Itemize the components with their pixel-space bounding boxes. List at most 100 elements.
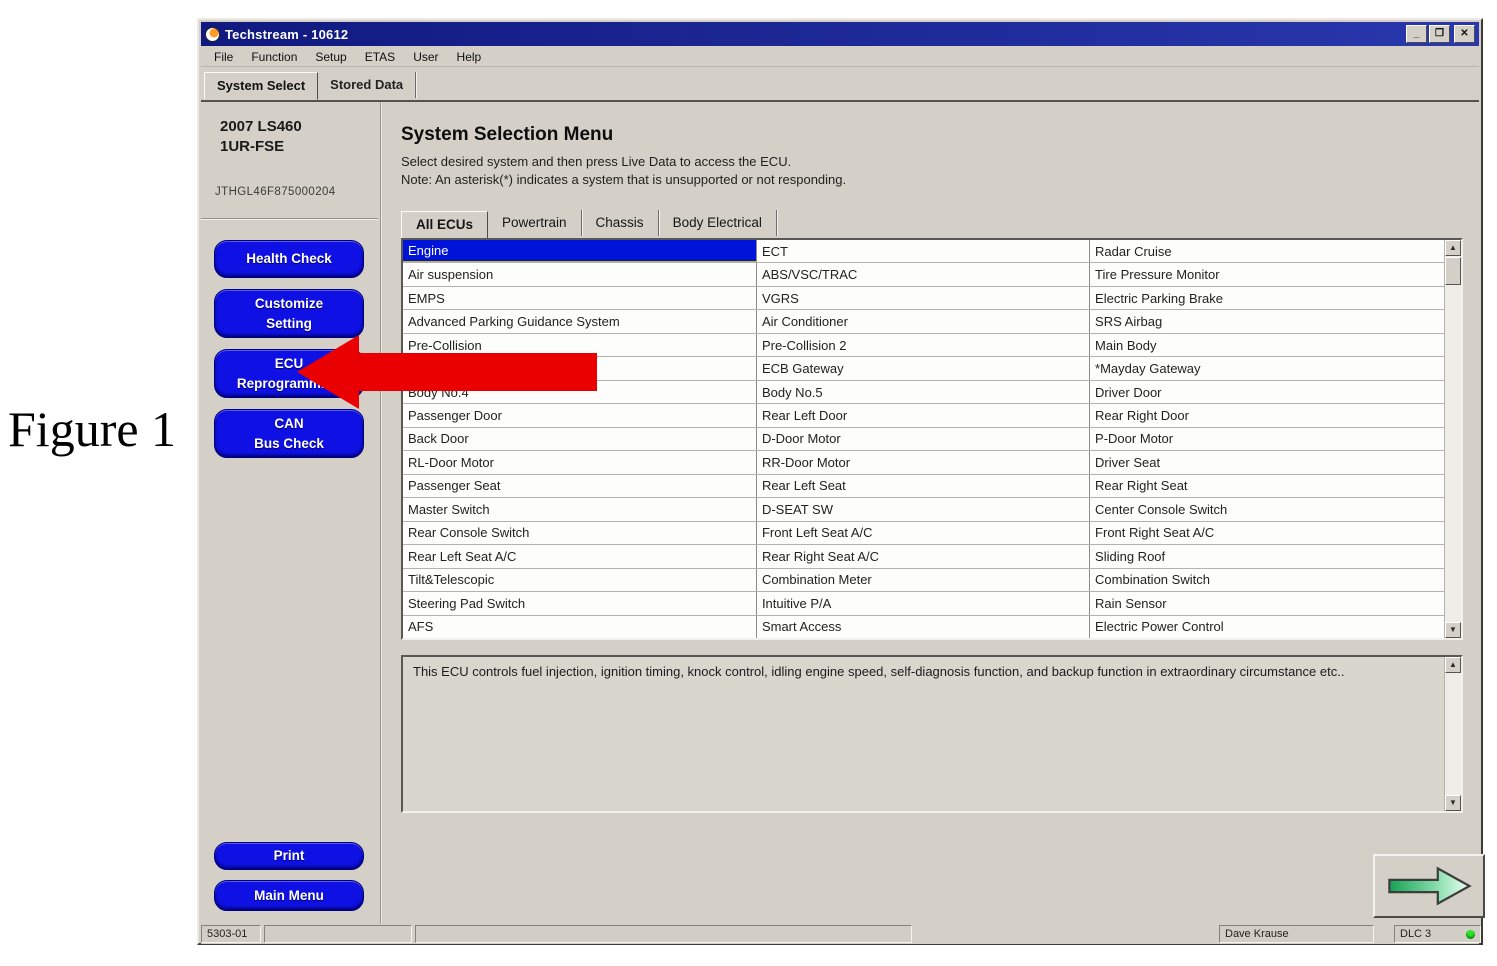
table-cell[interactable]: Tire Pressure Monitor [1090, 263, 1444, 285]
table-cell[interactable]: Smart Access [757, 616, 1090, 638]
vehicle-vin: JTHGL46F875000204 [215, 186, 336, 198]
table-cell[interactable]: P-Door Motor [1090, 428, 1444, 450]
table-cell[interactable]: Rear Left Door [757, 404, 1090, 426]
table-cell[interactable]: Body No.5 [757, 381, 1090, 403]
close-icon[interactable]: ✕ [1454, 25, 1475, 43]
table-cell[interactable]: Back Door [403, 428, 757, 450]
table-cell[interactable]: SRS Airbag [1090, 310, 1444, 332]
table-cell[interactable]: Advanced Parking Guidance System [403, 310, 757, 332]
ecu-tab-bar: All ECUsPowertrainChassisBody Electrical [401, 206, 777, 238]
description-scrollbar[interactable]: ▲ ▼ [1444, 657, 1461, 811]
table-cell[interactable]: D-SEAT SW [757, 498, 1090, 520]
table-cell[interactable]: ABS/VSC/TRAC [757, 263, 1090, 285]
scroll-up-icon[interactable]: ▲ [1445, 240, 1461, 256]
table-cell[interactable]: Master Switch [403, 498, 757, 520]
table-cell[interactable]: Body No.4 [403, 381, 757, 403]
can-bus-check-label: Bus Check [254, 434, 324, 454]
table-cell[interactable]: Engine [403, 240, 757, 262]
table-cell[interactable]: Rain Sensor [1090, 592, 1444, 614]
ecu-tab-all-ecus[interactable]: All ECUs [401, 211, 488, 239]
table-cell[interactable]: Rear Left Seat A/C [403, 545, 757, 567]
table-cell[interactable]: Driver Door [1090, 381, 1444, 403]
table-row: Master SwitchD-SEAT SWCenter Console Swi… [403, 498, 1444, 521]
tab-stored-data[interactable]: Stored Data [318, 72, 416, 98]
table-cell[interactable]: RR-Door Motor [757, 451, 1090, 473]
table-row: ECB Gateway*Mayday Gateway [403, 357, 1444, 380]
table-cell[interactable]: D-Door Motor [757, 428, 1090, 450]
scroll-down-icon[interactable]: ▼ [1445, 795, 1461, 811]
table-cell[interactable]: VGRS [757, 287, 1090, 309]
customize-setting-button[interactable]: CustomizeSetting [214, 289, 364, 338]
menu-item-setup[interactable]: Setup [306, 48, 355, 66]
print-button-label: Print [274, 846, 305, 866]
table-cell[interactable]: Driver Seat [1090, 451, 1444, 473]
table-cell[interactable]: Passenger Seat [403, 475, 757, 497]
window-title: Techstream - 10612 [225, 27, 348, 42]
table-row: RL-Door MotorRR-Door MotorDriver Seat [403, 451, 1444, 474]
techstream-window: Techstream - 10612 _❐✕ FileFunctionSetup… [197, 18, 1483, 945]
table-row: EMPSVGRSElectric Parking Brake [403, 287, 1444, 310]
table-cell[interactable]: EMPS [403, 287, 757, 309]
table-cell[interactable]: Intuitive P/A [757, 592, 1090, 614]
table-cell[interactable]: ECB Gateway [757, 357, 1090, 379]
table-cell[interactable]: Passenger Door [403, 404, 757, 426]
table-cell[interactable]: Rear Right Seat A/C [757, 545, 1090, 567]
health-check-button[interactable]: Health Check [214, 240, 364, 278]
menu-bar: FileFunctionSetupETASUserHelp [201, 46, 1479, 67]
table-cell[interactable]: Tilt&Telescopic [403, 569, 757, 591]
menu-item-help[interactable]: Help [448, 48, 491, 66]
table-cell[interactable]: Center Console Switch [1090, 498, 1444, 520]
table-cell[interactable]: AFS [403, 616, 757, 638]
table-cell[interactable]: Air Conditioner [757, 310, 1090, 332]
table-cell[interactable]: Electric Parking Brake [1090, 287, 1444, 309]
main-menu-button[interactable]: Main Menu [214, 880, 364, 911]
table-cell[interactable]: Combination Switch [1090, 569, 1444, 591]
table-scrollbar-thumb[interactable] [1445, 257, 1461, 285]
can-bus-check-button[interactable]: CANBus Check [214, 409, 364, 458]
scroll-up-icon[interactable]: ▲ [1445, 657, 1461, 673]
table-row: AFSSmart AccessElectric Power Control [403, 616, 1444, 638]
table-row: Air suspensionABS/VSC/TRACTire Pressure … [403, 263, 1444, 286]
ecu-tab-body-electrical[interactable]: Body Electrical [659, 210, 777, 236]
ecu-reprogramming-button[interactable]: ECUReprogramming [214, 349, 364, 398]
table-cell[interactable]: Combination Meter [757, 569, 1090, 591]
menu-item-function[interactable]: Function [242, 48, 306, 66]
minimize-icon[interactable]: _ [1406, 25, 1427, 43]
table-cell[interactable]: Main Body [1090, 334, 1444, 356]
table-cell[interactable]: RL-Door Motor [403, 451, 757, 473]
green-arrow-icon [1385, 863, 1473, 909]
table-cell[interactable]: Front Right Seat A/C [1090, 522, 1444, 544]
tab-system-select[interactable]: System Select [204, 72, 318, 100]
table-row: Steering Pad SwitchIntuitive P/ARain Sen… [403, 592, 1444, 615]
table-scrollbar[interactable]: ▲ ▼ [1444, 240, 1461, 638]
table-cell[interactable]: Pre-Collision 2 [757, 334, 1090, 356]
ecu-tab-chassis[interactable]: Chassis [582, 210, 659, 236]
table-cell[interactable] [403, 357, 757, 379]
table-cell[interactable]: Pre-Collision [403, 334, 757, 356]
next-button[interactable] [1373, 854, 1485, 918]
table-cell[interactable]: Rear Console Switch [403, 522, 757, 544]
table-cell[interactable]: Radar Cruise [1090, 240, 1444, 262]
window-controls: _❐✕ [1406, 25, 1475, 43]
table-cell[interactable]: Front Left Seat A/C [757, 522, 1090, 544]
table-cell[interactable]: ECT [757, 240, 1090, 262]
scroll-down-icon[interactable]: ▼ [1445, 622, 1461, 638]
table-cell[interactable]: *Mayday Gateway [1090, 357, 1444, 379]
table-cell[interactable]: Rear Right Door [1090, 404, 1444, 426]
menu-item-etas[interactable]: ETAS [356, 48, 404, 66]
table-cell[interactable]: Sliding Roof [1090, 545, 1444, 567]
status-bar: 5303-01 Dave Krause DLC 3 [201, 924, 1479, 944]
restore-icon[interactable]: ❐ [1429, 25, 1450, 43]
table-cell[interactable]: Rear Left Seat [757, 475, 1090, 497]
print-button[interactable]: Print [214, 842, 364, 870]
title-bar[interactable]: Techstream - 10612 _❐✕ [201, 22, 1479, 46]
table-row: Back DoorD-Door MotorP-Door Motor [403, 428, 1444, 451]
table-cell[interactable]: Rear Right Seat [1090, 475, 1444, 497]
ecu-tab-powertrain[interactable]: Powertrain [488, 210, 582, 236]
table-cell[interactable]: Steering Pad Switch [403, 592, 757, 614]
table-cell[interactable]: Electric Power Control [1090, 616, 1444, 638]
menu-item-user[interactable]: User [404, 48, 447, 66]
menu-item-file[interactable]: File [205, 48, 242, 66]
table-cell[interactable]: Air suspension [403, 263, 757, 285]
can-bus-check-label: CAN [274, 414, 303, 434]
